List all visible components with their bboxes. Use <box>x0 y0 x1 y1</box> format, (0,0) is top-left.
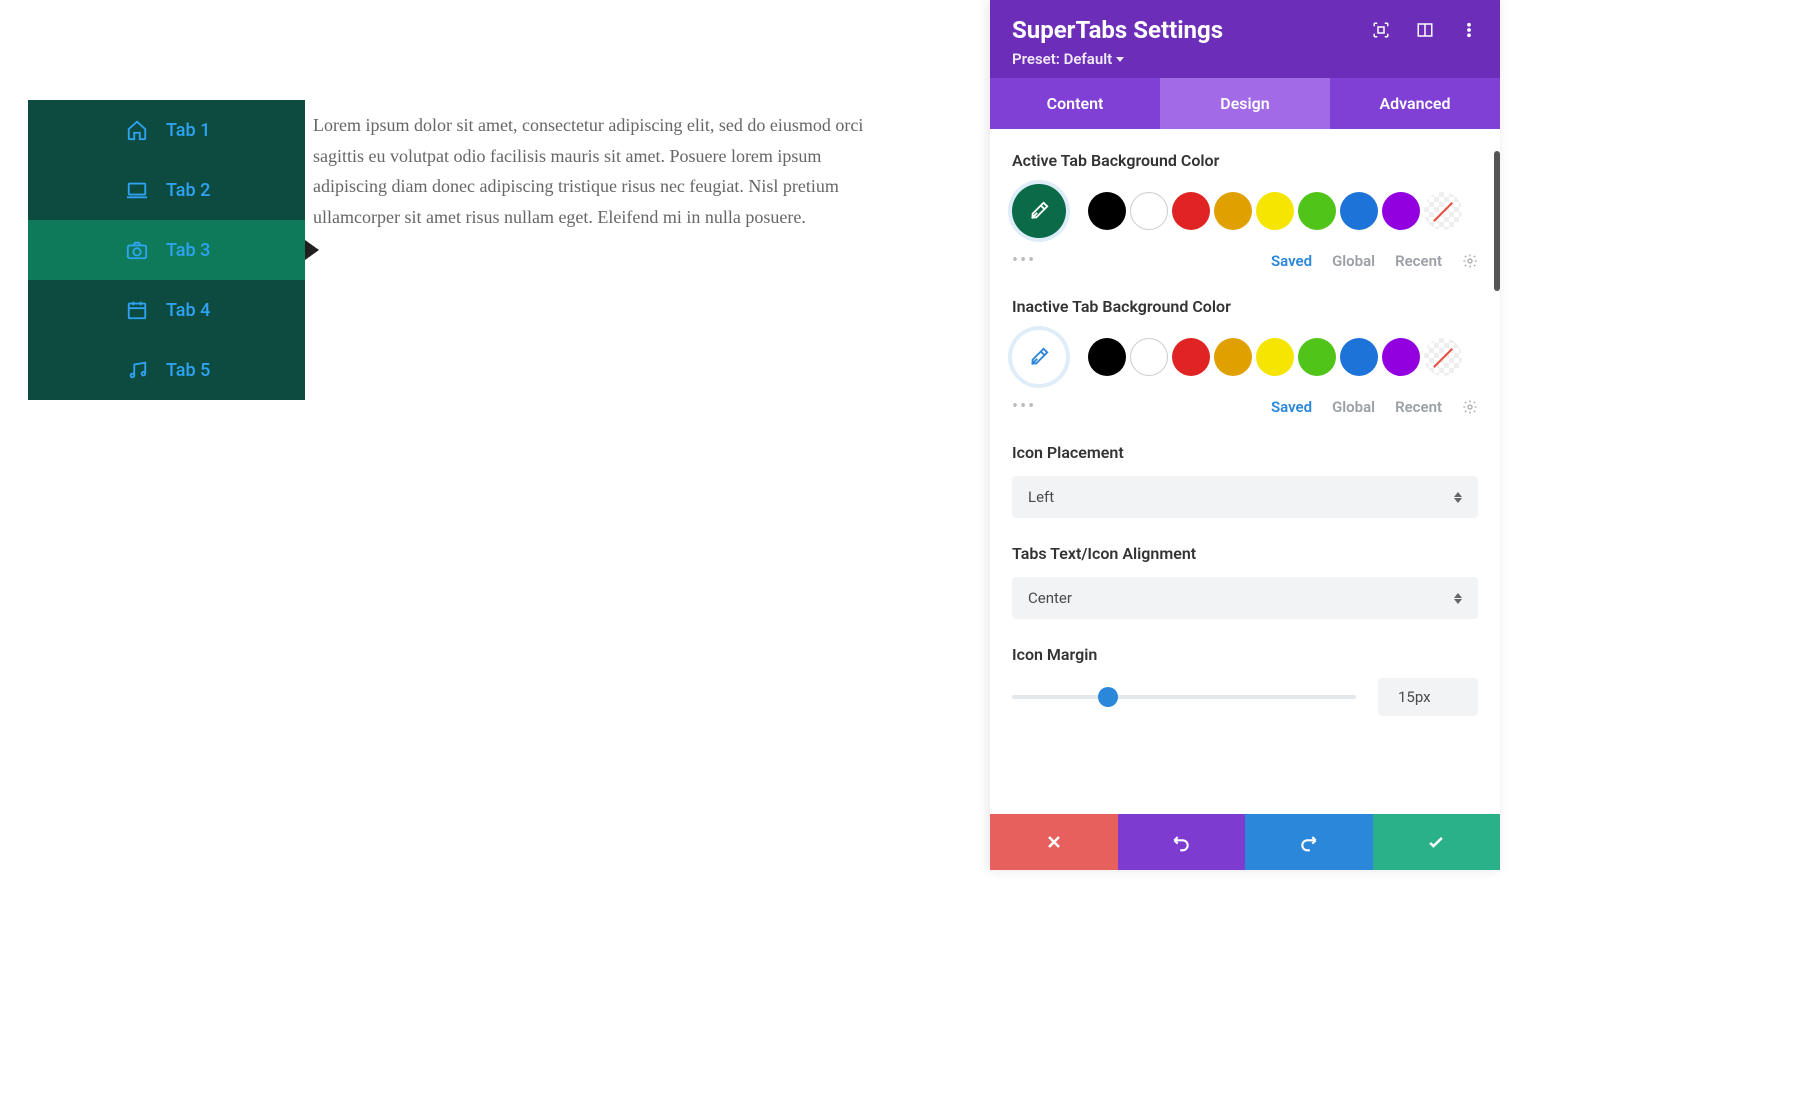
swatch-yellow[interactable] <box>1256 338 1294 376</box>
panel-header: SuperTabs Settings Preset: Default <box>990 0 1500 78</box>
panel-body: Active Tab Background Color ••• Saved Gl… <box>990 129 1500 814</box>
color-picker-inactive[interactable] <box>1012 330 1066 384</box>
swatch-black[interactable] <box>1088 338 1126 376</box>
music-icon <box>126 359 148 381</box>
tab-label: Tab 1 <box>166 120 210 141</box>
eyedropper-icon <box>1028 200 1050 222</box>
preview-area: Tab 1 Tab 2 Tab 3 Tab 4 Tab 5 Lorem ipsu… <box>28 100 883 400</box>
preset-label: Preset: Default <box>1012 50 1112 68</box>
scrollbar[interactable] <box>1494 151 1500 291</box>
color-tab-global[interactable]: Global <box>1332 252 1375 270</box>
swatch-purple[interactable] <box>1382 192 1420 230</box>
vertical-tabs-wrapper: Tab 1 Tab 2 Tab 3 Tab 4 Tab 5 Lorem ipsu… <box>28 100 883 400</box>
caret-down-icon <box>1116 57 1124 62</box>
label-inactive-bg: Inactive Tab Background Color <box>1012 297 1252 316</box>
swatch-red[interactable] <box>1172 192 1210 230</box>
select-value: Center <box>1028 589 1072 607</box>
undo-button[interactable] <box>1118 814 1246 870</box>
color-row-active <box>1012 184 1478 238</box>
save-button[interactable] <box>1373 814 1501 870</box>
cancel-button[interactable] <box>990 814 1118 870</box>
settings-panel: SuperTabs Settings Preset: Default Conte… <box>990 0 1500 870</box>
label-icon-placement: Icon Placement <box>1012 443 1478 462</box>
color-tab-recent[interactable]: Recent <box>1395 252 1442 270</box>
tab-list: Tab 1 Tab 2 Tab 3 Tab 4 Tab 5 <box>28 100 305 400</box>
panel-title: SuperTabs Settings <box>1012 16 1223 44</box>
redo-button[interactable] <box>1245 814 1373 870</box>
laptop-icon <box>126 179 148 201</box>
swatch-transparent[interactable] <box>1424 192 1462 230</box>
select-caret-icon <box>1454 593 1462 604</box>
swatch-red[interactable] <box>1172 338 1210 376</box>
tab-design[interactable]: Design <box>1160 78 1330 129</box>
columns-icon[interactable] <box>1416 21 1434 39</box>
calendar-icon <box>126 299 148 321</box>
tab-label: Tab 3 <box>166 240 210 261</box>
select-value: Left <box>1028 488 1054 506</box>
swatch-yellow[interactable] <box>1256 192 1294 230</box>
more-colors-icon[interactable]: ••• <box>1012 396 1036 417</box>
tab-label: Tab 4 <box>166 300 210 321</box>
swatch-green[interactable] <box>1298 338 1336 376</box>
swatch-white[interactable] <box>1130 338 1168 376</box>
icon-margin-value[interactable]: 15px <box>1378 678 1478 716</box>
color-tab-saved[interactable]: Saved <box>1271 252 1312 270</box>
slider-thumb[interactable] <box>1098 687 1118 707</box>
swatch-black[interactable] <box>1088 192 1126 230</box>
gear-icon[interactable] <box>1462 399 1478 415</box>
swatch-blue[interactable] <box>1340 338 1378 376</box>
tab-item-1[interactable]: Tab 1 <box>28 100 305 160</box>
label-active-bg: Active Tab Background Color <box>1012 151 1478 170</box>
tab-content[interactable]: Content <box>990 78 1160 129</box>
label-icon-margin: Icon Margin <box>1012 645 1478 664</box>
color-picker-active[interactable] <box>1012 184 1066 238</box>
label-text-align: Tabs Text/Icon Alignment <box>1012 544 1478 563</box>
swatch-purple[interactable] <box>1382 338 1420 376</box>
color-row-inactive <box>1012 330 1478 384</box>
select-caret-icon <box>1454 492 1462 503</box>
color-tab-global[interactable]: Global <box>1332 398 1375 416</box>
tab-advanced[interactable]: Advanced <box>1330 78 1500 129</box>
swatch-orange[interactable] <box>1214 192 1252 230</box>
home-icon <box>126 119 148 141</box>
gear-icon[interactable] <box>1462 253 1478 269</box>
icon-margin-slider[interactable] <box>1012 695 1356 699</box>
expand-icon[interactable] <box>1372 21 1390 39</box>
swatch-orange[interactable] <box>1214 338 1252 376</box>
panel-footer <box>990 814 1500 870</box>
swatch-white[interactable] <box>1130 192 1168 230</box>
tab-label: Tab 2 <box>166 180 210 201</box>
tab-item-3[interactable]: Tab 3 <box>28 220 305 280</box>
more-colors-icon[interactable]: ••• <box>1012 250 1036 271</box>
eyedropper-icon <box>1028 346 1050 368</box>
tab-item-4[interactable]: Tab 4 <box>28 280 305 340</box>
select-icon-placement[interactable]: Left <box>1012 476 1478 518</box>
swatch-green[interactable] <box>1298 192 1336 230</box>
tab-label: Tab 5 <box>166 360 210 381</box>
select-text-align[interactable]: Center <box>1012 577 1478 619</box>
tab-item-2[interactable]: Tab 2 <box>28 160 305 220</box>
color-tab-saved[interactable]: Saved <box>1271 398 1312 416</box>
camera-icon <box>126 239 148 261</box>
swatch-blue[interactable] <box>1340 192 1378 230</box>
color-tab-recent[interactable]: Recent <box>1395 398 1442 416</box>
more-icon[interactable] <box>1460 21 1478 39</box>
preset-dropdown[interactable]: Preset: Default <box>1012 50 1124 68</box>
tab-content: Lorem ipsum dolor sit amet, consectetur … <box>305 100 883 400</box>
panel-tabs: Content Design Advanced <box>990 78 1500 129</box>
swatch-transparent[interactable] <box>1424 338 1462 376</box>
tab-item-5[interactable]: Tab 5 <box>28 340 305 400</box>
